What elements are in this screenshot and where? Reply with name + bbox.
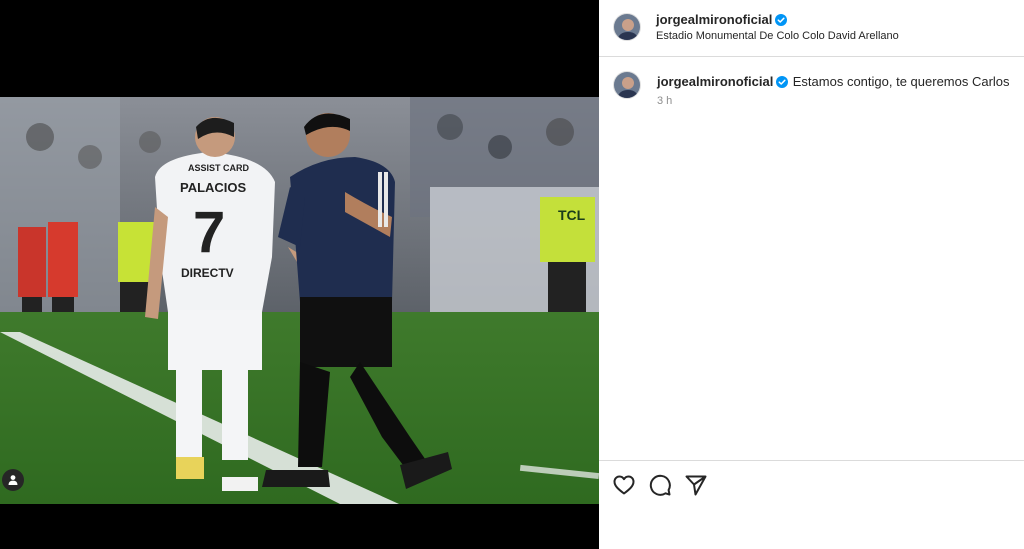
header-username[interactable]: jorgealmironoficial — [656, 12, 772, 27]
action-bar — [599, 460, 1024, 549]
header-location[interactable]: Estadio Monumental De Colo Colo David Ar… — [656, 30, 899, 42]
verified-badge-icon — [776, 76, 789, 88]
comment-username[interactable]: jorgealmironoficial — [657, 74, 773, 89]
post-media: TCL ASSIST CARD PALACIOS 7 DIRECTV — [0, 0, 599, 549]
user-tag-button[interactable] — [2, 469, 24, 491]
jersey-number-text: 7 — [193, 200, 225, 265]
share-button[interactable] — [684, 473, 708, 497]
avatar-image — [614, 14, 640, 40]
comment-text: Estamos contigo, te queremos Carlos — [792, 74, 1010, 89]
comment-avatar[interactable] — [613, 71, 641, 99]
verified-badge-icon — [775, 14, 788, 26]
comment-icon — [649, 474, 671, 496]
comment-button[interactable] — [648, 473, 672, 497]
post-photo[interactable]: TCL ASSIST CARD PALACIOS 7 DIRECTV — [0, 97, 599, 504]
post-side-panel: jorgealmironoficial Estadio Monumental D… — [599, 0, 1024, 549]
jersey-sponsor-text: ASSIST CARD — [188, 163, 250, 173]
user-tag-icon — [8, 475, 18, 485]
avatar-image — [614, 72, 640, 98]
post-photo-image: TCL ASSIST CARD PALACIOS 7 DIRECTV — [0, 97, 599, 504]
jersey-brand-text: DIRECTV — [181, 266, 234, 280]
post-header: jorgealmironoficial Estadio Monumental D… — [599, 0, 1024, 57]
send-icon — [685, 475, 707, 496]
author-avatar[interactable] — [613, 13, 641, 41]
comment-time[interactable]: 3 h — [657, 95, 672, 107]
heart-icon — [613, 475, 635, 495]
like-button[interactable] — [612, 473, 636, 497]
jersey-name-text: PALACIOS — [180, 180, 247, 195]
referee-shirt-text: TCL — [558, 207, 586, 223]
